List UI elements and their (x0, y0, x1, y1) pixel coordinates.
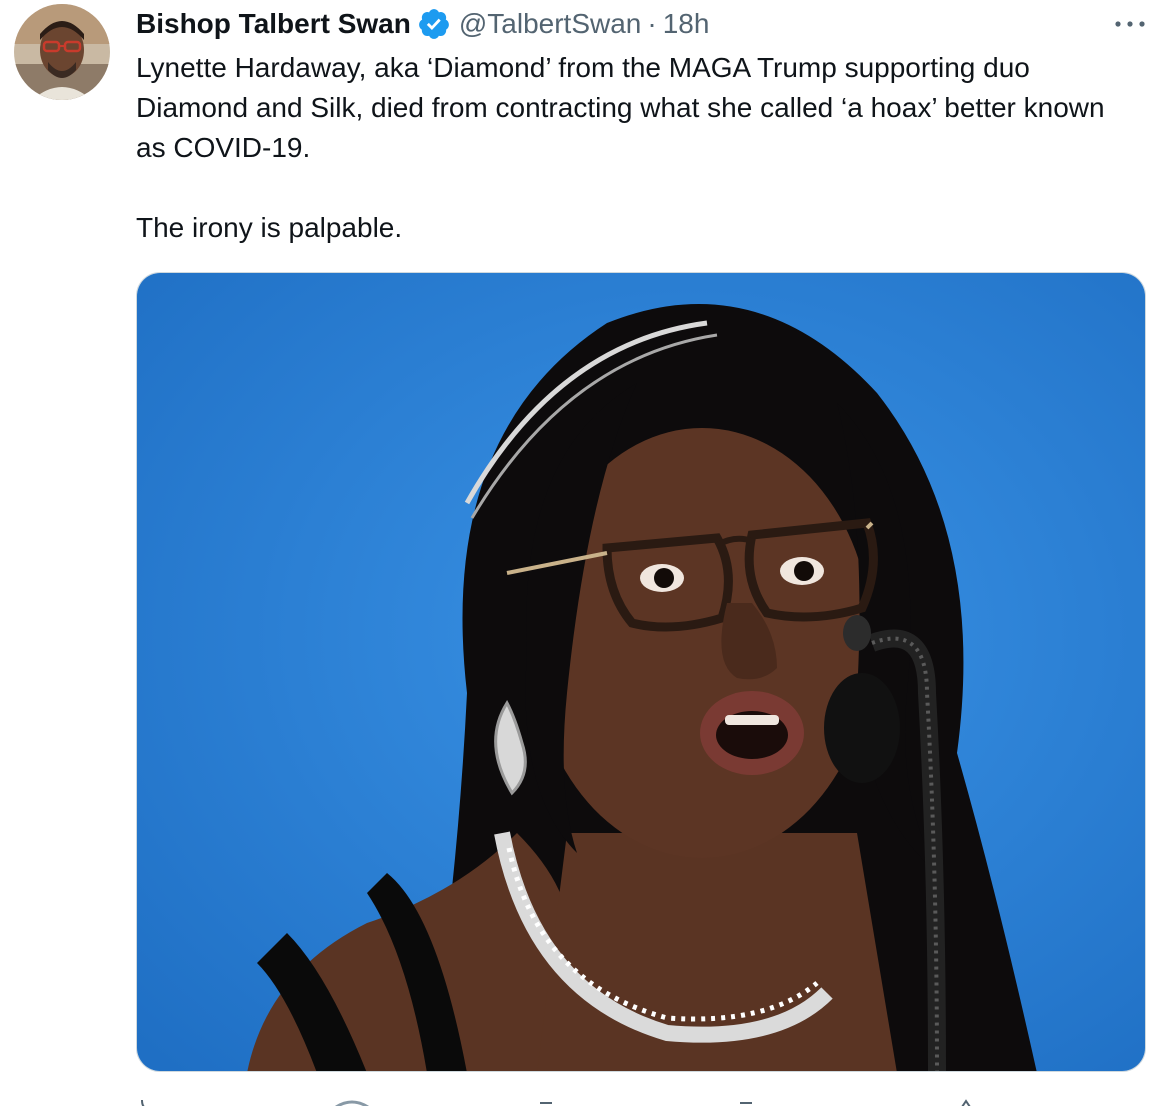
tweet-header: Bishop Talbert Swan @TalbertSwan · 18h (136, 4, 709, 44)
share-icon[interactable] (736, 1096, 756, 1106)
analytics-icon[interactable] (956, 1096, 976, 1106)
tweet-actions (136, 1092, 1146, 1106)
author-display-name[interactable]: Bishop Talbert Swan (136, 4, 411, 44)
more-icon[interactable] (1110, 10, 1150, 38)
tweet-photo[interactable] (136, 272, 1146, 1072)
like-icon[interactable] (536, 1096, 556, 1106)
retweet-icon[interactable] (332, 1096, 372, 1106)
tweet-text-paragraph: The irony is palpable. (136, 212, 403, 243)
header-separator: · (647, 8, 657, 39)
tweet-text: Lynette Hardaway, aka ‘Diamond’ from the… (136, 48, 1136, 248)
reply-icon[interactable] (136, 1096, 156, 1106)
verified-badge-icon (417, 7, 451, 41)
tweet-text-paragraph: Lynette Hardaway, aka ‘Diamond’ from the… (136, 52, 1105, 163)
tweet: Bishop Talbert Swan @TalbertSwan · 18h L… (0, 0, 1171, 1106)
avatar[interactable] (14, 4, 110, 100)
author-handle[interactable]: @TalbertSwan (459, 4, 642, 44)
tweet-timestamp[interactable]: 18h (663, 4, 710, 44)
